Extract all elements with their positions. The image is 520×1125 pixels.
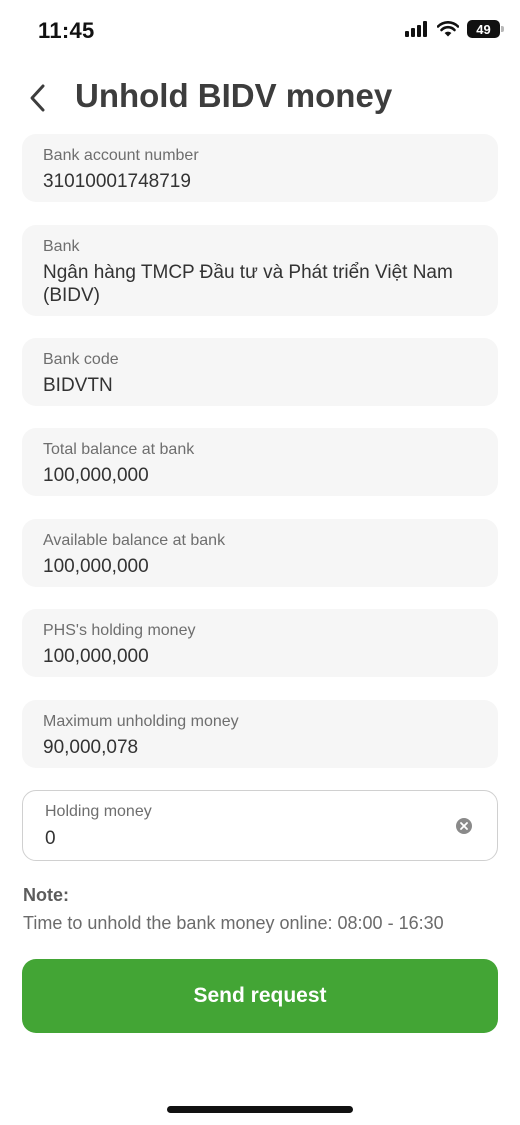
back-button[interactable] <box>20 78 56 118</box>
field-label: Bank account number <box>43 147 199 164</box>
page-title: Unhold BIDV money <box>75 77 393 114</box>
status-bar: 11:45 49 <box>0 0 520 62</box>
field-label: Bank <box>43 238 80 255</box>
bank-code-field: Bank code BIDVTN <box>22 338 498 406</box>
field-value: 31010001748719 <box>43 171 191 192</box>
field-value: 100,000,000 <box>43 556 149 577</box>
note-title: Note: <box>23 885 69 905</box>
field-value: 100,000,000 <box>43 465 149 486</box>
field-label: Bank code <box>43 351 119 368</box>
field-value: BIDVTN <box>43 375 113 396</box>
signal-icon <box>405 21 427 37</box>
bank-name-field: Bank Ngân hàng TMCP Đầu tư và Phát triển… <box>22 225 498 316</box>
clear-button[interactable] <box>456 818 472 834</box>
battery-icon: 49 <box>467 20 504 38</box>
chevron-left-icon <box>30 84 45 112</box>
home-indicator[interactable] <box>167 1106 353 1113</box>
field-label: PHS's holding money <box>43 622 196 639</box>
note: Note: Time to unhold the bank money onli… <box>23 882 503 936</box>
available-balance-field: Available balance at bank 100,000,000 <box>22 519 498 587</box>
field-label: Total balance at bank <box>43 441 195 458</box>
field-label: Maximum unholding money <box>43 713 239 730</box>
bank-account-number-field: Bank account number 31010001748719 <box>22 134 498 202</box>
note-text: Time to unhold the bank money online: 08… <box>23 913 444 933</box>
field-label: Available balance at bank <box>43 532 226 549</box>
total-balance-field: Total balance at bank 100,000,000 <box>22 428 498 496</box>
status-icons: 49 <box>405 20 504 38</box>
send-request-button[interactable]: Send request <box>22 959 498 1033</box>
maximum-unholding-money-field: Maximum unholding money 90,000,078 <box>22 700 498 768</box>
field-value: 100,000,000 <box>43 646 149 667</box>
phs-holding-money-field: PHS's holding money 100,000,000 <box>22 609 498 677</box>
header: Unhold BIDV money <box>0 70 520 126</box>
input-label: Holding money <box>45 803 152 820</box>
holding-money-input[interactable] <box>45 827 425 850</box>
field-value: Ngân hàng TMCP Đầu tư và Phát triển Việt… <box>43 262 453 306</box>
holding-money-input-field[interactable]: Holding money <box>22 790 498 861</box>
battery-level: 49 <box>476 21 491 37</box>
clear-circle-icon <box>460 822 468 830</box>
field-value: 90,000,078 <box>43 737 139 758</box>
status-time: 11:45 <box>38 18 95 43</box>
wifi-icon <box>437 21 459 37</box>
